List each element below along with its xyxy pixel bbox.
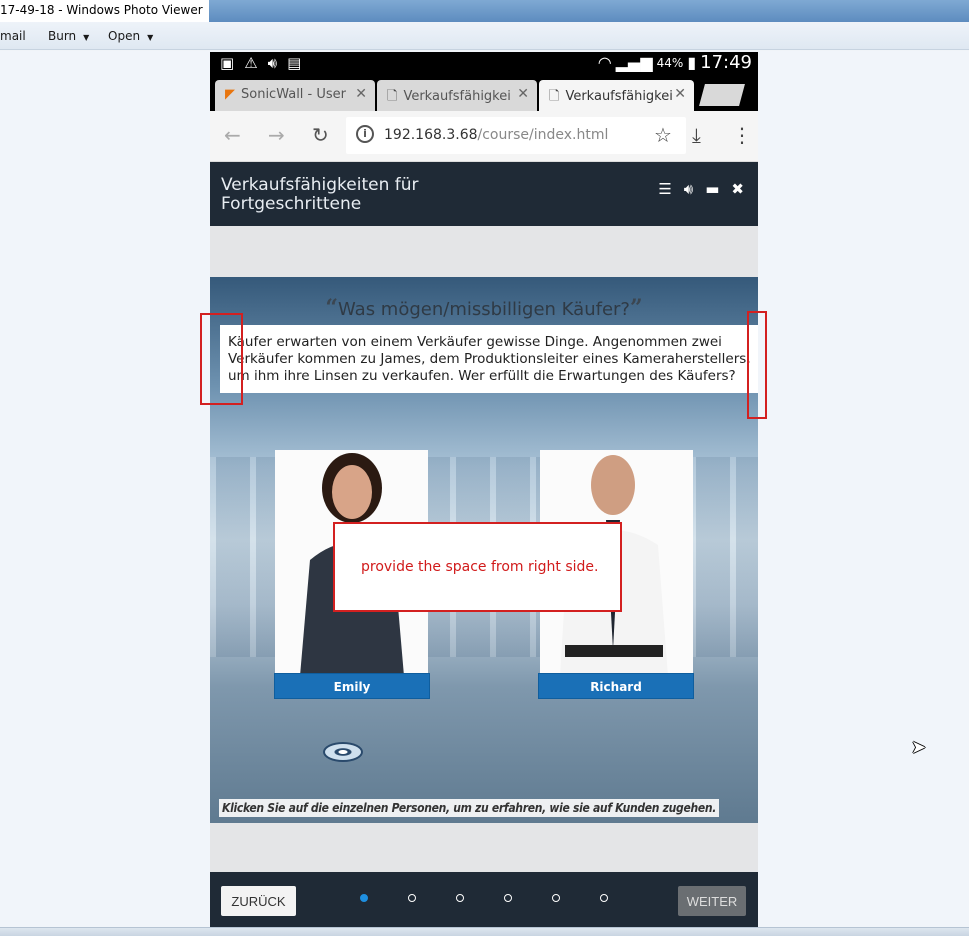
volume-icon: 🔊︎ xyxy=(267,54,278,72)
star-icon[interactable]: ☆ xyxy=(654,123,672,147)
tab-course-2[interactable]: 🗋 Verkaufsfähigkei ✕ xyxy=(539,80,694,111)
wifi-icon: ◠ xyxy=(597,53,612,72)
annotation-highlight-right xyxy=(747,311,767,419)
annotation-highlight-left xyxy=(200,313,243,405)
more-menu-icon[interactable]: ⋮ xyxy=(732,123,752,147)
document-icon: 🗋 xyxy=(387,89,398,104)
url-path: /course/index.html xyxy=(477,127,609,143)
gallery-icon: ▣ xyxy=(220,54,235,72)
menu-burn[interactable]: Burn ▼ xyxy=(48,29,89,43)
viewer-menubar: mail Burn ▼ Open ▼ xyxy=(0,22,969,50)
close-icon[interactable]: ✖ xyxy=(731,180,744,198)
page-dot[interactable] xyxy=(360,894,368,902)
url-host: 192.168.3.68 xyxy=(384,127,478,143)
course-header: Verkaufsfähigkeiten für Fortgeschrittene… xyxy=(210,162,758,226)
list-menu-icon[interactable]: ☰ xyxy=(658,180,671,198)
info-icon[interactable]: i xyxy=(356,125,374,143)
signal-icon: ▂▄▆ xyxy=(615,53,653,72)
warning-icon: ⚠ xyxy=(244,54,258,72)
annotation-note: provide the space from right side. xyxy=(333,522,622,612)
dropdown-icon: ▼ xyxy=(147,33,154,42)
back-arrow-icon[interactable]: ← xyxy=(224,123,241,147)
spacer-band xyxy=(210,226,758,277)
audio-icon[interactable]: 🔊︎ xyxy=(684,180,693,198)
page-dot[interactable] xyxy=(600,894,608,902)
viewer-titlebar: 17-49-18 - Windows Photo Viewer xyxy=(0,0,969,22)
transcript-icon[interactable]: ▬ xyxy=(705,180,719,198)
browser-tabstrip: ◤ SonicWall - User ✕ 🗋 Verkaufsfähigkei ✕ … xyxy=(210,76,758,111)
status-time: 17:49 xyxy=(700,52,752,73)
download-icon[interactable]: ⤓ xyxy=(692,123,701,147)
course-title: Verkaufsfähigkeiten für Fortgeschrittene xyxy=(221,175,419,214)
close-icon[interactable]: ✕ xyxy=(674,86,686,102)
page-dot[interactable] xyxy=(408,894,416,902)
spacer-band xyxy=(210,823,758,872)
tab-sonicwall[interactable]: ◤ SonicWall - User ✕ xyxy=(215,80,375,111)
sonicwall-favicon: ◤ xyxy=(225,87,235,102)
battery-icon: ▮ xyxy=(687,53,697,72)
mouse-cursor-icon: ➤ xyxy=(911,737,927,758)
reload-icon[interactable]: ↻ xyxy=(312,123,329,147)
document-icon: 🗋 xyxy=(549,89,560,104)
instruction-hint: Klicken Sie auf die einzelnen Personen, … xyxy=(219,799,720,817)
browser-toolbar: ← → ↻ i 192.168.3.68/course/index.html ☆… xyxy=(210,111,758,162)
page-indicator xyxy=(360,894,608,902)
eye-icon xyxy=(323,742,363,762)
new-tab-button[interactable] xyxy=(699,84,745,106)
no-sim-icon: ▤ xyxy=(287,54,302,72)
emily-button[interactable]: Emily xyxy=(274,673,430,699)
viewer-bottombar xyxy=(0,927,969,936)
slide-heading: “Was mögen/missbilligen Käufer?” xyxy=(325,295,643,321)
course-footer: ZURÜCK WEITER xyxy=(210,872,758,927)
richard-button[interactable]: Richard xyxy=(538,673,694,699)
battery-percent: 44% xyxy=(656,55,684,70)
menu-open[interactable]: Open ▼ xyxy=(108,29,153,43)
back-button[interactable]: ZURÜCK xyxy=(221,886,296,916)
close-icon[interactable]: ✕ xyxy=(517,86,529,102)
android-status-bar: ▣ ⚠ 🔊︎ ▤ ◠ ▂▄▆ 44% ▮ 17:49 xyxy=(210,52,758,76)
page-dot[interactable] xyxy=(456,894,464,902)
page-dot[interactable] xyxy=(504,894,512,902)
phone-screenshot: ▣ ⚠ 🔊︎ ▤ ◠ ▂▄▆ 44% ▮ 17:49 ◤ SonicWall - … xyxy=(210,52,758,927)
close-quote-icon: ” xyxy=(629,295,643,321)
address-bar[interactable]: i 192.168.3.68/course/index.html xyxy=(346,117,686,154)
close-icon[interactable]: ✕ xyxy=(355,86,367,102)
tab-course-1[interactable]: 🗋 Verkaufsfähigkei ✕ xyxy=(377,80,537,111)
viewer-title: 17-49-18 - Windows Photo Viewer xyxy=(0,0,209,22)
forward-arrow-icon[interactable]: → xyxy=(268,123,285,147)
page-dot[interactable] xyxy=(552,894,560,902)
next-button[interactable]: WEITER xyxy=(678,886,746,916)
menu-email[interactable]: mail xyxy=(0,29,26,43)
dropdown-icon: ▼ xyxy=(83,33,90,42)
open-quote-icon: “ xyxy=(325,295,339,321)
intro-text: Käufer erwarten von einem Verkäufer gewi… xyxy=(220,325,758,393)
